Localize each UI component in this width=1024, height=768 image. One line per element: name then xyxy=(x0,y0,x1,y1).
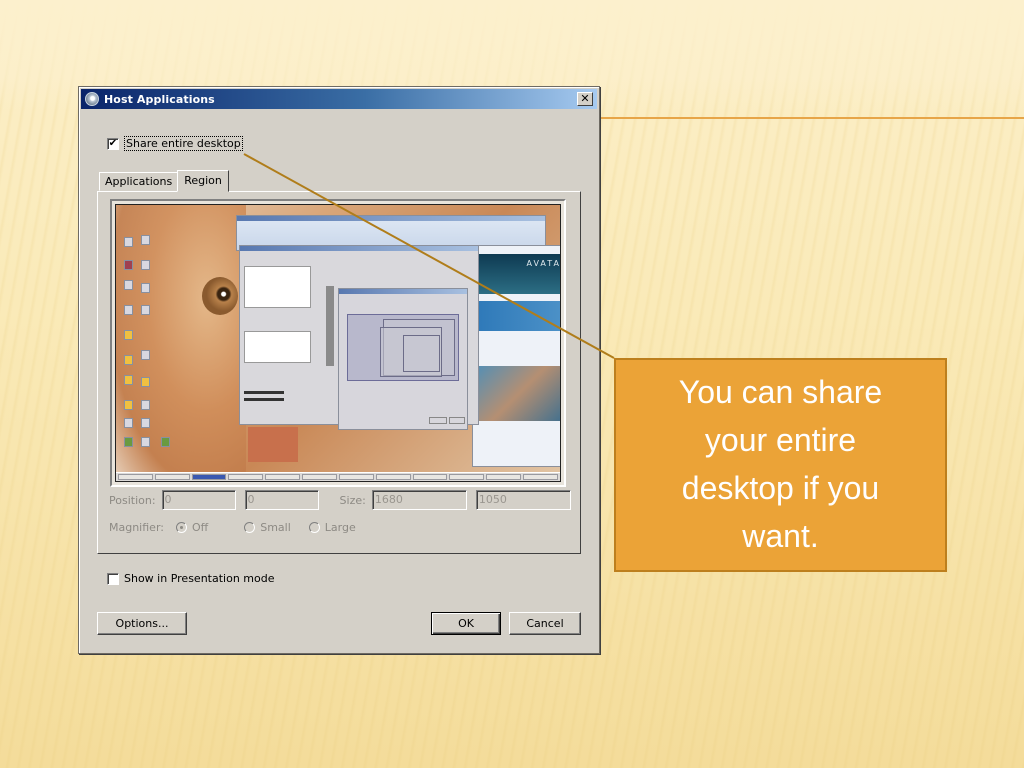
ok-button[interactable]: OK xyxy=(431,612,501,635)
desktop-icon xyxy=(124,305,133,315)
preview-region-box xyxy=(347,314,459,381)
radio-icon xyxy=(244,522,256,533)
presentation-mode-label: Show in Presentation mode xyxy=(124,572,275,585)
wallpaper-cat-eye xyxy=(202,277,238,315)
desktop-icon xyxy=(124,355,133,365)
magnifier-small-label: Small xyxy=(260,521,291,534)
preview-nested-dialog xyxy=(338,288,468,430)
preview-task-button xyxy=(265,474,301,480)
magnifier-off-label: Off xyxy=(191,521,209,534)
preview-task-button xyxy=(412,474,448,480)
preview-task-button xyxy=(228,474,264,480)
cancel-button[interactable]: Cancel xyxy=(509,612,581,635)
magnifier-large-label: Large xyxy=(324,521,356,534)
magnifier-off-radio[interactable]: Off xyxy=(175,521,209,534)
preview-button xyxy=(449,417,465,424)
desktop-preview-image: AVATA xyxy=(115,204,561,482)
tab-applications[interactable]: Applications xyxy=(99,172,179,191)
desktop-icon xyxy=(141,400,150,410)
preview-task-button xyxy=(486,474,522,480)
desktop-icon xyxy=(124,375,133,385)
dialog-titlebar[interactable]: Host Applications ✕ xyxy=(81,89,597,109)
desktop-icon xyxy=(124,400,133,410)
preview-text-pane xyxy=(244,331,311,363)
desktop-icon xyxy=(141,283,150,293)
desktop-icon xyxy=(124,260,133,270)
preview-slider xyxy=(244,398,284,401)
preview-task-button xyxy=(154,474,190,480)
preview-task-button xyxy=(523,474,558,480)
radio-icon xyxy=(308,522,320,533)
presentation-mode-checkbox[interactable] xyxy=(107,572,119,585)
preview-scrollbar xyxy=(326,286,334,366)
preview-task-button xyxy=(191,474,227,480)
app-icon xyxy=(85,92,99,106)
desktop-preview[interactable]: AVATA xyxy=(110,199,566,487)
preview-task-button xyxy=(118,474,153,480)
preview-task-button xyxy=(449,474,485,480)
preview-task-button xyxy=(375,474,411,480)
desktop-icon xyxy=(124,330,133,340)
host-applications-dialog: Host Applications ✕ ✔ Share entire deskt… xyxy=(78,86,600,654)
presentation-mode-row[interactable]: Show in Presentation mode xyxy=(107,572,274,585)
share-desktop-label: Share entire desktop xyxy=(124,136,243,151)
magnifier-row: Magnifier: Off Small Large xyxy=(109,521,356,534)
preview-browser-photo xyxy=(473,366,560,421)
desktop-icon xyxy=(141,418,150,428)
position-label: Position: xyxy=(109,493,156,507)
preview-list-pane xyxy=(244,266,311,308)
position-x-field[interactable]: 0 xyxy=(161,490,236,510)
size-label: Size: xyxy=(339,493,366,507)
preview-window-titlebar xyxy=(240,246,478,251)
preview-task-button xyxy=(302,474,337,480)
preview-taskbar xyxy=(116,472,560,481)
desktop-icon xyxy=(141,235,150,245)
dialog-title: Host Applications xyxy=(104,92,215,106)
preview-window-titlebar xyxy=(339,289,467,294)
title-rule xyxy=(600,117,1024,119)
preview-window-titlebar xyxy=(237,216,545,221)
desktop-icon xyxy=(124,418,133,428)
desktop-icon xyxy=(124,280,133,290)
options-button[interactable]: Options... xyxy=(97,612,187,635)
preview-task-button xyxy=(338,474,374,480)
magnifier-large-radio[interactable]: Large xyxy=(308,521,356,534)
tab-region[interactable]: Region xyxy=(177,170,229,192)
preview-browser-banner: AVATA xyxy=(473,254,560,294)
size-height-field[interactable]: 1050 xyxy=(475,490,571,510)
desktop-icon xyxy=(141,260,150,270)
position-y-field[interactable]: 0 xyxy=(244,490,319,510)
tab-strip: Applications Region xyxy=(99,169,229,192)
desktop-icon xyxy=(124,437,133,447)
position-row: Position: 0 0 Size: 1680 1050 xyxy=(109,490,571,510)
close-icon: ✕ xyxy=(580,92,590,105)
preview-browser-nav xyxy=(473,301,560,331)
wallpaper-cat xyxy=(116,205,246,475)
preview-button xyxy=(429,417,447,424)
desktop-icon xyxy=(161,437,170,447)
preview-browser-window: AVATA xyxy=(472,245,560,467)
desktop-icon xyxy=(141,377,150,387)
close-button[interactable]: ✕ xyxy=(577,92,593,106)
size-width-field[interactable]: 1680 xyxy=(371,490,467,510)
preview-region-rect xyxy=(403,335,440,372)
region-tab-panel: AVATA Position: 0 0 Size: 1680 1050 Magn… xyxy=(97,191,581,554)
share-desktop-row[interactable]: ✔ Share entire desktop xyxy=(107,136,243,151)
preview-orange-block xyxy=(248,427,298,462)
callout-box: You can share your entire desktop if you… xyxy=(614,358,947,572)
magnifier-small-radio[interactable]: Small xyxy=(244,521,291,534)
desktop-icon xyxy=(124,237,133,247)
share-desktop-checkbox[interactable]: ✔ xyxy=(107,137,119,150)
preview-slider xyxy=(244,391,284,394)
magnifier-label: Magnifier: xyxy=(109,521,164,534)
desktop-icon xyxy=(141,305,150,315)
radio-selected-icon xyxy=(175,522,187,533)
checkmark-icon: ✔ xyxy=(108,137,118,149)
callout-text: You can share your entire desktop if you… xyxy=(678,374,883,554)
desktop-icon xyxy=(141,437,150,447)
desktop-icon xyxy=(141,350,150,360)
